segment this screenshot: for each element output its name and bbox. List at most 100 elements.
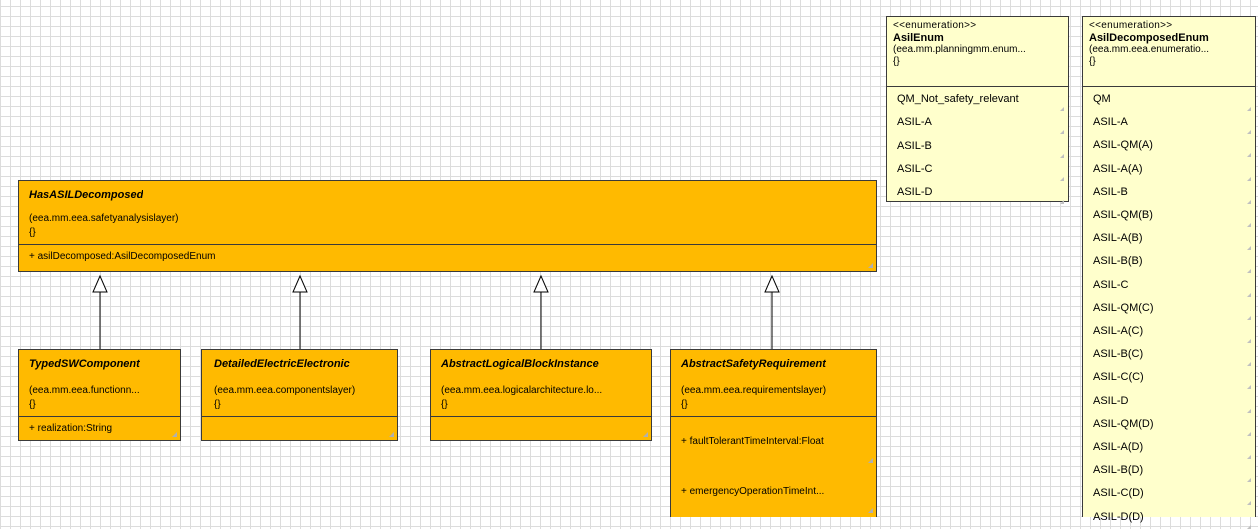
class-abstractlogicalblockinstance[interactable]: AbstractLogicalBlockInstance (eea.mm.eea… <box>430 349 652 441</box>
enum-literal[interactable]: ASIL-B <box>897 140 932 152</box>
resize-handle[interactable] <box>868 458 873 463</box>
package-label: (eea.mm.eea.functionn... <box>29 385 140 396</box>
enum-name: AsilDecomposedEnum <box>1089 32 1209 44</box>
resize-handle <box>1247 385 1251 390</box>
generalization-arrowhead <box>292 274 308 293</box>
enum-literal[interactable]: ASIL-A(A) <box>1093 163 1143 175</box>
resize-handle <box>1247 107 1251 111</box>
resize-handle <box>1060 107 1064 111</box>
resize-handle <box>1247 408 1251 413</box>
class-name: AbstractLogicalBlockInstance <box>441 358 599 370</box>
resize-handle[interactable] <box>172 432 177 437</box>
resize-handle <box>1247 269 1251 274</box>
generalization-arrowhead <box>533 274 549 293</box>
attribute-emergencyoperationtimeinterval[interactable]: + emergencyOperationTimeInt... <box>681 486 824 497</box>
resize-handle <box>1247 339 1251 343</box>
resize-handle <box>1247 455 1251 459</box>
class-abstractsafetyrequirement[interactable]: AbstractSafetyRequirement (eea.mm.eea.re… <box>670 349 877 517</box>
resize-handle <box>1060 200 1064 205</box>
enum-asilenum[interactable]: <<enumeration>> AsilEnum (eea.mm.plannin… <box>886 16 1069 205</box>
brace-label: {} <box>681 399 688 410</box>
class-detailedelectricelectronic[interactable]: DetailedElectricElectronic (eea.mm.eea.c… <box>201 349 398 441</box>
enum-literal[interactable]: ASIL-C <box>897 163 932 175</box>
enum-literal[interactable]: ASIL-B(D) <box>1093 464 1143 476</box>
brace-label: {} <box>441 399 448 410</box>
enum-literal[interactable]: QM <box>1093 93 1111 105</box>
resize-handle[interactable] <box>868 263 873 268</box>
separator <box>202 416 397 417</box>
package-label: (eea.mm.eea.logicalarchitecture.lo... <box>441 385 603 396</box>
enum-literal[interactable]: ASIL-QM(B) <box>1093 209 1153 221</box>
separator <box>671 416 876 417</box>
resize-handle <box>1247 362 1251 367</box>
enum-literal[interactable]: ASIL-B <box>1093 186 1128 198</box>
class-typedswcomponent[interactable]: TypedSWComponent (eea.mm.eea.functionn..… <box>18 349 181 441</box>
resize-handle <box>1247 176 1251 181</box>
resize-handle <box>1247 315 1251 320</box>
brace-label: {} <box>214 399 221 410</box>
class-name: AbstractSafetyRequirement <box>681 358 826 370</box>
enum-name: AsilEnum <box>893 32 944 44</box>
resize-handle <box>1247 524 1251 529</box>
resize-handle <box>1247 501 1251 506</box>
enum-literal[interactable]: ASIL-A(B) <box>1093 232 1143 244</box>
separator <box>19 416 180 417</box>
enum-literal[interactable]: ASIL-C(D) <box>1093 487 1144 499</box>
package-label: (eea.mm.eea.componentslayer) <box>214 385 356 396</box>
brace-label: {} <box>893 56 900 67</box>
resize-handle <box>1247 292 1251 297</box>
enum-literal[interactable]: ASIL-QM(D) <box>1093 418 1154 430</box>
enum-asildecomposedenum[interactable]: <<enumeration>> AsilDecomposedEnum (eea.… <box>1082 16 1256 529</box>
generalization-arrowhead <box>92 274 108 293</box>
resize-handle <box>1247 223 1251 227</box>
package-label: (eea.mm.eea.safetyanalysislayer) <box>29 213 179 224</box>
enum-header: <<enumeration>> AsilEnum (eea.mm.plannin… <box>893 20 1064 68</box>
resize-handle <box>1060 153 1064 158</box>
class-name: TypedSWComponent <box>29 358 140 370</box>
package-label: (eea.mm.eea.enumeratio... <box>1089 44 1210 55</box>
resize-handle <box>1247 246 1251 251</box>
resize-handle <box>1247 130 1251 135</box>
attribute-realization[interactable]: + realization:String <box>29 423 112 434</box>
package-label: (eea.mm.planningmm.enum... <box>893 44 1026 55</box>
enum-literal[interactable]: ASIL-D <box>1093 395 1128 407</box>
enum-literal[interactable]: ASIL-C <box>1093 279 1128 291</box>
enum-literal[interactable]: ASIL-C(C) <box>1093 371 1144 383</box>
resize-handle[interactable] <box>868 508 873 513</box>
resize-handle <box>1247 478 1251 483</box>
enum-literal[interactable]: ASIL-A <box>897 116 932 128</box>
resize-handle <box>1060 176 1064 181</box>
separator <box>19 244 876 245</box>
resize-handle <box>1247 153 1251 158</box>
class-hasasildecomposed[interactable]: HasASILDecomposed (eea.mm.eea.safetyanal… <box>18 180 877 272</box>
enum-literal[interactable]: ASIL-B(C) <box>1093 348 1143 360</box>
enum-literal[interactable]: ASIL-QM(C) <box>1093 302 1154 314</box>
enum-literal[interactable]: ASIL-A(C) <box>1093 325 1143 337</box>
stereotype-label: <<enumeration>> <box>1089 20 1173 31</box>
enum-literal[interactable]: ASIL-D <box>897 186 932 198</box>
resize-handle <box>1060 130 1064 135</box>
resize-handle[interactable] <box>643 432 648 437</box>
brace-label: {} <box>1089 56 1096 67</box>
enum-literal[interactable]: ASIL-QM(A) <box>1093 139 1153 151</box>
enum-literal[interactable]: QM_Not_safety_relevant <box>897 93 1019 105</box>
class-name: DetailedElectricElectronic <box>214 358 350 370</box>
generalization-arrowhead <box>764 274 780 293</box>
attribute-faulttoleranttimeinterval[interactable]: + faultTolerantTimeInterval:Float <box>681 436 824 447</box>
attribute-asildecomposed[interactable]: + asilDecomposed:AsilDecomposedEnum <box>29 251 215 262</box>
resize-handle <box>1247 199 1251 204</box>
enum-literal[interactable]: ASIL-A <box>1093 116 1128 128</box>
enum-header: <<enumeration>> AsilDecomposedEnum (eea.… <box>1089 20 1251 68</box>
package-label: (eea.mm.eea.requirementslayer) <box>681 385 827 396</box>
enum-literal[interactable]: ASIL-B(B) <box>1093 255 1143 267</box>
brace-label: {} <box>29 227 36 238</box>
brace-label: {} <box>29 399 36 410</box>
resize-handle[interactable] <box>389 432 394 437</box>
class-name: HasASILDecomposed <box>29 189 144 201</box>
enum-literal[interactable]: ASIL-A(D) <box>1093 441 1143 453</box>
separator <box>1083 86 1255 87</box>
stereotype-label: <<enumeration>> <box>893 20 977 31</box>
separator <box>887 86 1068 87</box>
resize-handle <box>1247 431 1251 436</box>
separator <box>431 416 651 417</box>
